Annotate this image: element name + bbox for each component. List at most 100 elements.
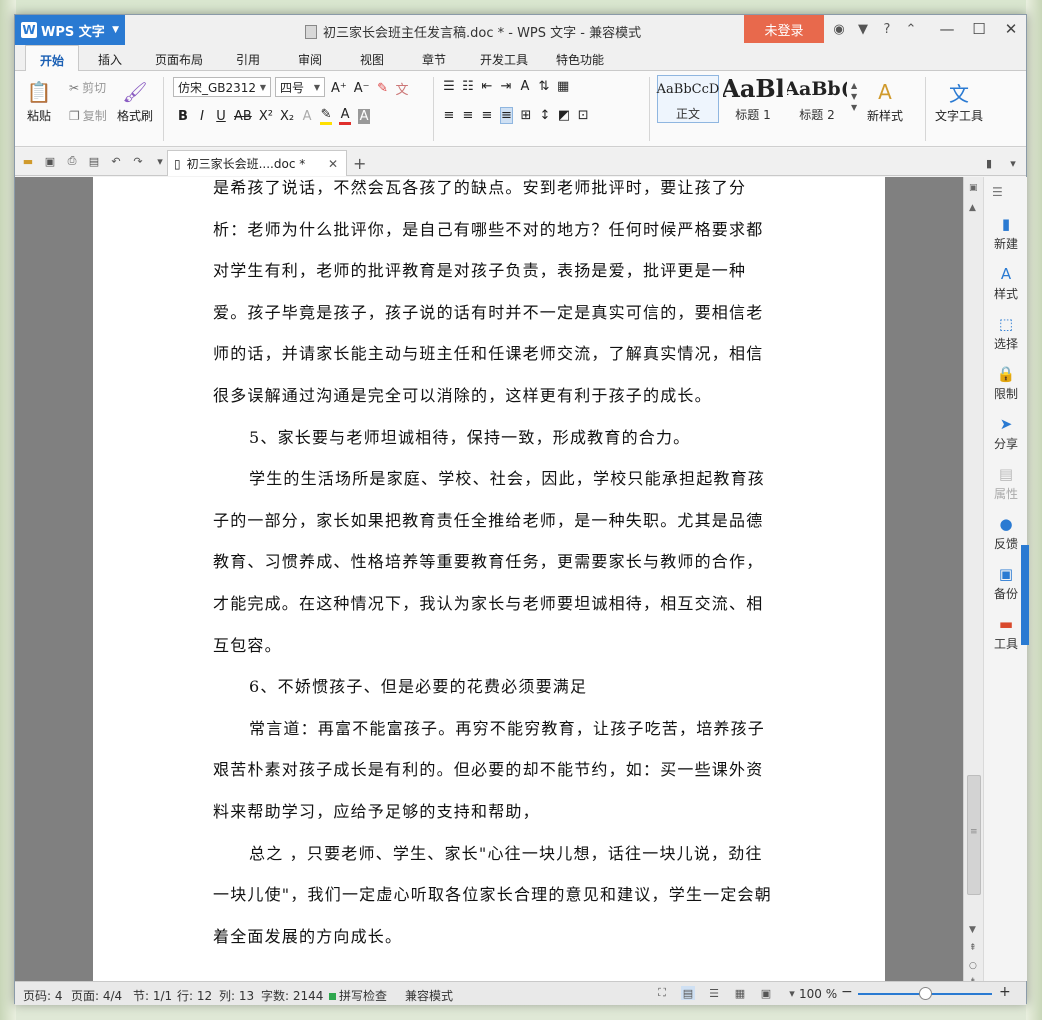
tab-review[interactable]: 审阅 — [298, 51, 322, 68]
pane-expand-handle[interactable] — [1021, 545, 1029, 645]
zoom-level[interactable]: 100 % — [799, 987, 837, 1001]
login-button[interactable]: 未登录 — [744, 15, 824, 43]
align-left-icon[interactable]: ≡ — [443, 108, 455, 123]
task-pane-select[interactable]: ⬚ 选择 — [984, 315, 1028, 352]
document-paragraph[interactable]: 5、家长要与老师坦诚相待，保持一致，形成教育的合力。 — [213, 417, 773, 459]
tab-list-icon[interactable]: ▮ — [982, 156, 996, 170]
numbered-list-icon[interactable]: ☷ — [462, 79, 474, 94]
sort-icon[interactable]: ⇅ — [538, 79, 550, 94]
print-preview-icon[interactable]: ▤ — [87, 154, 101, 168]
open-icon[interactable]: ▬ — [21, 154, 35, 168]
collapse-ribbon-icon[interactable]: ⌃ — [903, 20, 919, 38]
tab-features[interactable]: 特色功能 — [556, 51, 604, 68]
bold-icon[interactable]: B — [177, 109, 189, 124]
highlight-icon[interactable]: ✎ — [320, 107, 333, 125]
shrink-font-icon[interactable]: A⁻ — [354, 81, 370, 96]
new-style-button[interactable]: A 新样式 — [867, 77, 903, 124]
char-shading-icon[interactable]: A — [358, 108, 371, 124]
zoom-slider-handle[interactable] — [919, 987, 932, 1000]
new-tab-icon[interactable]: + — [353, 154, 366, 173]
save-icon[interactable]: ▣ — [43, 154, 57, 168]
font-color-icon[interactable]: A — [339, 107, 352, 125]
print-icon[interactable]: ⎙ — [65, 154, 79, 168]
panel-toggle-icon[interactable]: ▣ — [969, 183, 978, 193]
document-paragraph[interactable]: 总之 ，只要老师、学生、家长"心往一块儿想，话往一块儿说，劲往一块儿使"，我们一… — [213, 833, 773, 958]
tab-menu-icon[interactable]: ▾ — [1006, 156, 1020, 170]
help-icon[interactable]: ? — [879, 20, 895, 38]
font-size-select[interactable]: 四号 ▼ — [275, 77, 325, 97]
increase-indent-icon[interactable]: ⇥ — [500, 79, 512, 94]
underline-icon[interactable]: U — [215, 109, 227, 124]
redo-icon[interactable]: ↷ — [131, 154, 145, 168]
more-view-icon[interactable]: ▾ — [785, 986, 799, 1000]
document-tab[interactable]: ▯ 初三家长会班....doc * ✕ — [167, 150, 347, 176]
document-paragraph[interactable]: 是希孩了说话，不然会瓦各孩了的缺点。安到老师批评时，要让孩了分析：老师为什么批评… — [213, 177, 773, 417]
strikethrough-icon[interactable]: AB — [234, 109, 252, 124]
style-gallery-scroll[interactable]: ▲ ▼ ▼ — [851, 81, 857, 112]
select-browse-icon[interactable]: ○ — [969, 961, 977, 971]
document-page[interactable]: 是希孩了说话，不然会瓦各孩了的缺点。安到老师批评时，要让孩了分析：老师为什么批评… — [93, 177, 885, 981]
task-pane-style[interactable]: A 样式 — [984, 265, 1028, 302]
outline-view-icon[interactable]: ☰ — [707, 986, 721, 1000]
clear-format-icon[interactable]: ✎ — [377, 81, 389, 96]
align-center-icon[interactable]: ≡ — [462, 108, 474, 123]
spell-check-button[interactable]: 拼写检查 — [329, 987, 387, 1004]
bullet-list-icon[interactable]: ☰ — [443, 79, 455, 94]
phonetic-icon[interactable]: 文 — [396, 79, 409, 98]
app-menu-button[interactable]: W WPS 文字 ▼ — [15, 15, 125, 45]
line-spacing-icon[interactable]: ↕ — [539, 108, 551, 123]
font-name-select[interactable]: 仿宋_GB2312 ▼ — [173, 77, 271, 97]
pane-menu-icon[interactable]: ☰ — [992, 185, 1003, 199]
customize-icon[interactable]: ▾ — [153, 154, 167, 168]
task-pane-share[interactable]: ➤ 分享 — [984, 415, 1028, 452]
align-right-icon[interactable]: ≡ — [481, 108, 493, 123]
grow-font-icon[interactable]: A⁺ — [331, 81, 347, 96]
superscript-icon[interactable]: X² — [259, 109, 273, 124]
format-painter-button[interactable]: 🖌 格式刷 — [117, 77, 153, 124]
shirt-icon[interactable]: ▼ — [855, 20, 871, 38]
tab-insert[interactable]: 插入 — [98, 51, 122, 68]
paste-button[interactable]: 📋 粘贴 — [25, 77, 53, 124]
task-pane-properties[interactable]: ▤ 属性 — [984, 465, 1028, 502]
task-pane-restrict[interactable]: 🔒 限制 — [984, 365, 1028, 402]
zoom-in-icon[interactable]: + — [999, 984, 1011, 1000]
tab-developer[interactable]: 开发工具 — [480, 51, 528, 68]
table-icon[interactable]: ▦ — [557, 79, 569, 94]
undo-icon[interactable]: ↶ — [109, 154, 123, 168]
tab-view[interactable]: 视图 — [360, 51, 384, 68]
task-pane-new-doc[interactable]: ▮ 新建 — [984, 215, 1028, 252]
document-paragraph[interactable]: 学生的生活场所是家庭、学校、社会，因此，学校只能承担起教育孩子的一部分，家长如果… — [213, 458, 773, 666]
style-heading1[interactable]: AaBl 标题 1 — [723, 75, 783, 123]
justify-icon[interactable]: ≡ — [500, 107, 513, 124]
borders-icon[interactable]: ⊡ — [577, 108, 589, 123]
text-effect-icon[interactable]: A — [301, 109, 313, 124]
full-screen-icon[interactable]: ⛶ — [655, 986, 669, 1000]
minimize-icon[interactable]: — — [936, 19, 958, 39]
cut-button[interactable]: ✂ 剪切 — [69, 79, 106, 96]
reading-view-icon[interactable]: ▣ — [759, 986, 773, 1000]
subscript-icon[interactable]: X₂ — [280, 109, 294, 124]
maximize-icon[interactable]: ☐ — [968, 19, 990, 39]
page-view-icon[interactable]: ▤ — [681, 986, 695, 1000]
close-icon[interactable]: ✕ — [1000, 19, 1022, 39]
skin-icon[interactable]: ◉ — [831, 20, 847, 38]
style-heading2[interactable]: AaBb( 标题 2 — [787, 75, 847, 123]
zoom-out-icon[interactable]: − — [841, 984, 853, 1000]
tab-page-layout[interactable]: 页面布局 — [155, 51, 203, 68]
web-view-icon[interactable]: ▦ — [733, 986, 747, 1000]
text-tools-button[interactable]: 文 文字工具 — [935, 77, 983, 124]
style-normal[interactable]: AaBbCcD 正文 — [657, 75, 719, 123]
decrease-indent-icon[interactable]: ⇤ — [481, 79, 493, 94]
close-tab-icon[interactable]: ✕ — [328, 157, 338, 171]
scroll-down-icon[interactable]: ▼ — [969, 925, 976, 935]
vertical-scrollbar[interactable]: ▣ ▲ ≡ ▼ ⇞ ○ ⇟ — [963, 177, 983, 987]
document-paragraph[interactable]: 6、不娇惯孩子、但是必要的花费必须要满足 — [213, 666, 773, 708]
italic-icon[interactable]: I — [196, 109, 208, 124]
document-body[interactable]: 是希孩了说话，不然会瓦各孩了的缺点。安到老师批评时，要让孩了分析：老师为什么批评… — [213, 177, 773, 957]
copy-button[interactable]: ❐ 复制 — [69, 107, 107, 124]
document-paragraph[interactable]: 常言道：再富不能富孩子。再穷不能穷教育，让孩子吃苦，培养孩子艰苦朴素对孩子成长是… — [213, 708, 773, 833]
tab-home[interactable]: 开始 — [25, 45, 80, 72]
tab-sections[interactable]: 章节 — [422, 51, 446, 68]
scroll-up-icon[interactable]: ▲ — [969, 203, 976, 213]
text-direction-icon[interactable]: A — [519, 79, 531, 94]
